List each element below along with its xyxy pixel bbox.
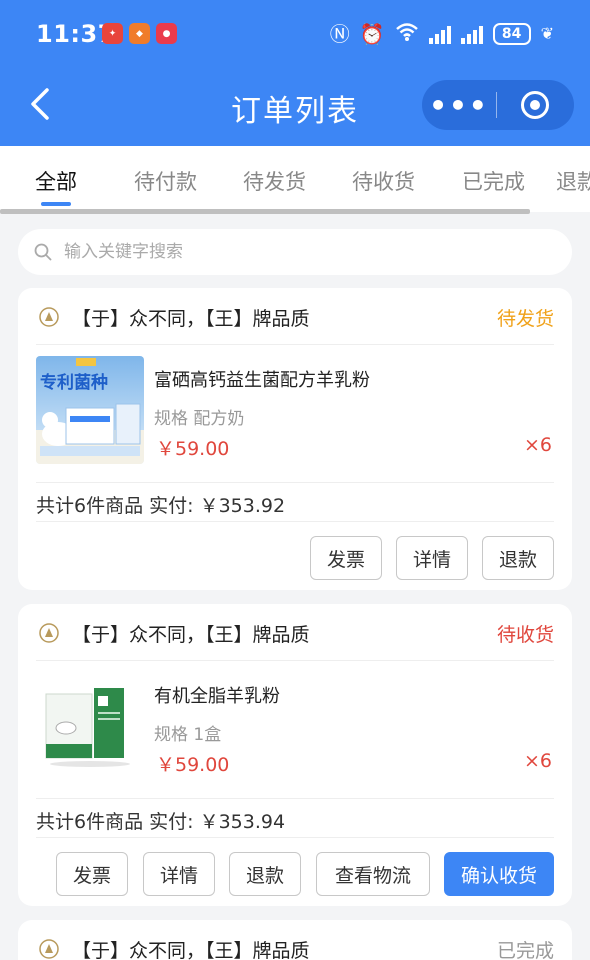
product-spec: 规格 1盒: [154, 725, 222, 745]
product-image-art: [36, 672, 144, 780]
order-card: 【于】众不同，【王】牌品质 待发货 专利菌种 富硒高钙益生菌配方羊乳粉 规格 配…: [18, 288, 572, 590]
divider: [36, 798, 554, 799]
tab-pending-shipment[interactable]: 待发货: [243, 166, 306, 196]
target-icon: [521, 91, 549, 119]
tab-pending-payment[interactable]: 待付款: [134, 166, 197, 196]
order-status: 已完成: [496, 940, 554, 960]
notification-icons: ✦ ◆ ●: [102, 23, 177, 44]
shop-logo-icon: [39, 623, 59, 643]
shop-name: 【于】众不同，【王】牌品质: [72, 940, 310, 960]
divider: [36, 521, 554, 522]
status-bar: 11:37 ✦ ◆ ● Ⓝ ⏰ 84 ❦: [0, 0, 590, 70]
divider: [36, 482, 554, 483]
shop-name: 【于】众不同，【王】牌品质: [72, 624, 310, 646]
shop-row[interactable]: 【于】众不同，【王】牌品质 待收货: [18, 604, 572, 660]
order-status: 待收货: [496, 624, 554, 646]
details-button[interactable]: 详情: [143, 852, 215, 896]
search-bar[interactable]: [18, 229, 572, 275]
signal-icon: [460, 24, 483, 44]
miniprogram-capsule: •••: [422, 80, 574, 130]
order-total: 共计6件商品 实付: ￥353.94: [36, 811, 286, 833]
product-price: ￥59.00: [156, 438, 230, 460]
product-image[interactable]: 专利菌种: [36, 356, 144, 464]
order-card: 【于】众不同，【王】牌品质 待收货 有机全脂羊乳粉 规格 1盒 ￥59.00 ×…: [18, 604, 572, 906]
product-quantity: ×6: [523, 434, 552, 456]
divider: [36, 660, 554, 661]
order-tabs: 全部 待付款 待发货 待收货 已完成 退款: [0, 146, 590, 212]
shop-logo-icon: [39, 307, 59, 327]
invoice-button[interactable]: 发票: [310, 536, 382, 580]
order-card: 【于】众不同，【王】牌品质 已完成: [18, 920, 572, 960]
search-input[interactable]: [64, 242, 524, 262]
tab-active-indicator: [41, 202, 71, 206]
close-miniprogram-button[interactable]: [497, 80, 573, 130]
battery-indicator: 84: [492, 23, 531, 45]
alarm-icon: ⏰: [359, 22, 385, 46]
tab-scrollbar[interactable]: [0, 209, 530, 214]
product-price: ￥59.00: [156, 754, 230, 776]
shop-logo-icon: [39, 939, 59, 959]
app-notification-icon: ●: [156, 23, 177, 44]
product-image[interactable]: [36, 672, 144, 780]
refund-button[interactable]: 退款: [229, 852, 301, 896]
nav-bar: 订单列表 •••: [0, 72, 590, 138]
header: 11:37 ✦ ◆ ● Ⓝ ⏰ 84 ❦ 订单列表 •••: [0, 0, 590, 146]
product-image-headline: 专利菌种: [40, 373, 108, 393]
shop-row[interactable]: 【于】众不同，【王】牌品质 待发货: [18, 288, 572, 344]
order-total: 共计6件商品 实付: ￥353.92: [36, 495, 286, 517]
leaf-icon: ❦: [540, 24, 554, 43]
divider: [36, 837, 554, 838]
order-status: 待发货: [496, 308, 554, 330]
more-button[interactable]: •••: [422, 80, 496, 130]
tab-refund[interactable]: 退款: [556, 166, 590, 196]
shop-name: 【于】众不同，【王】牌品质: [72, 308, 310, 330]
shop-row[interactable]: 【于】众不同，【王】牌品质 已完成: [18, 920, 572, 960]
confirm-receipt-button[interactable]: 确认收货: [444, 852, 554, 896]
tab-completed[interactable]: 已完成: [462, 166, 525, 196]
app-notification-icon: ◆: [129, 23, 150, 44]
invoice-button[interactable]: 发票: [56, 852, 128, 896]
details-button[interactable]: 详情: [396, 536, 468, 580]
product-quantity: ×6: [523, 750, 552, 772]
view-logistics-button[interactable]: 查看物流: [316, 852, 430, 896]
product-name[interactable]: 富硒高钙益生菌配方羊乳粉: [154, 366, 370, 392]
divider: [36, 344, 554, 345]
signal-icon: [428, 24, 451, 44]
system-icons: Ⓝ ⏰ 84 ❦: [330, 22, 554, 46]
wifi-icon: [395, 22, 419, 46]
refund-button[interactable]: 退款: [482, 536, 554, 580]
product-name[interactable]: 有机全脂羊乳粉: [154, 682, 280, 708]
search-icon: [34, 243, 52, 261]
tab-pending-receipt[interactable]: 待收货: [352, 166, 415, 196]
app-notification-icon: ✦: [102, 23, 123, 44]
nfc-icon: Ⓝ: [329, 22, 350, 46]
tab-all[interactable]: 全部: [35, 166, 77, 196]
product-spec: 规格 配方奶: [154, 409, 245, 429]
